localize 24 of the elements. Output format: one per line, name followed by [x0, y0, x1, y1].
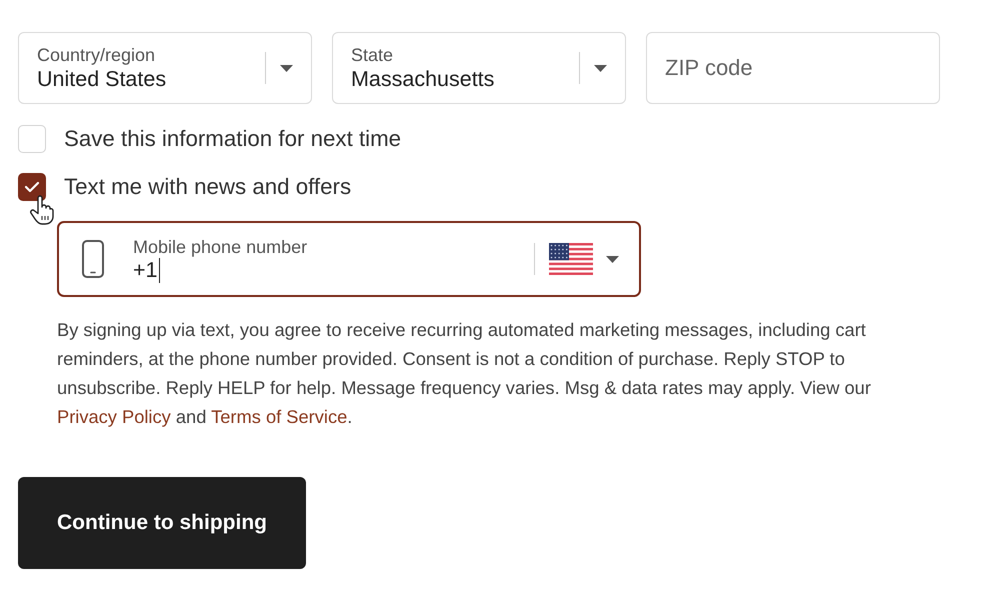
dropdown-field[interactable]: State Massachusetts: [332, 32, 626, 104]
field-value: Massachusetts: [351, 66, 494, 92]
flag-icon: [549, 243, 593, 275]
field-label: State: [351, 44, 394, 66]
dropdown-field[interactable]: Country/region United States: [18, 32, 312, 104]
inline-link[interactable]: Privacy Policy: [57, 406, 171, 427]
field-label: Mobile phone number: [133, 236, 308, 258]
country-code-select[interactable]: [549, 243, 619, 275]
continue-button[interactable]: Continue to shipping: [18, 477, 306, 569]
caret-icon: [594, 64, 607, 72]
field-label: Country/region: [37, 44, 156, 66]
checkbox-label[interactable]: Save this information for next time: [64, 125, 402, 153]
checkbox-label[interactable]: Text me with news and offers: [64, 173, 352, 201]
text-input[interactable]: ZIP code: [646, 32, 940, 104]
inline-link[interactable]: Terms of Service: [211, 406, 348, 427]
pointer-cursor-icon: [30, 195, 54, 225]
caret-icon: [606, 256, 619, 262]
field-value: United States: [37, 66, 166, 92]
consent-text: By signing up via text, you agree to receive recurring automated marketing messages, including cart reminders, at the phone number provided. Consent is not a condition of purchase. Reply STOP to unsubscribe. Reply HELP for help. Message frequency varies. Msg & data rates may apply. View our Privacy Policy and Terms of Service.: [57, 318, 872, 429]
phone-number-field[interactable]: Mobile phone number +1: [57, 221, 641, 297]
field-value: +1: [133, 258, 160, 282]
mobile-phone-icon: [81, 240, 105, 278]
caret-icon: [280, 64, 293, 72]
check-icon: [24, 181, 40, 193]
